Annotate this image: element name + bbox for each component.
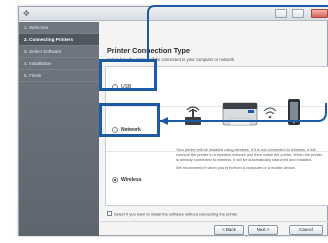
next-button[interactable]: Next > <box>248 225 278 235</box>
wireless-signal-icon <box>263 107 277 119</box>
sidebar-step-welcome: 1. Welcome <box>19 22 99 34</box>
close-button[interactable] <box>311 9 328 18</box>
cancel-button[interactable]: Cancel <box>289 225 323 235</box>
router-icon <box>185 106 201 125</box>
sidebar-step-select-software: 3. Select Software <box>19 46 99 58</box>
description-recommendation: We recommend it when you print from a co… <box>176 165 296 170</box>
usb-callout-box <box>99 59 157 91</box>
printer-icon <box>222 102 258 126</box>
network-callout-box <box>99 103 160 137</box>
page-title: Printer Connection Type <box>107 46 190 55</box>
installer-window: ✥ 1. Welcome 2. Connecting Printers 3. S… <box>18 6 328 236</box>
skip-connection-label: Select if you want to install the softwa… <box>114 211 239 217</box>
wireless-description: Your printer will be installed using wir… <box>176 147 326 173</box>
maximize-button[interactable] <box>292 9 304 18</box>
skip-connection-checkbox[interactable] <box>107 211 112 217</box>
description-paragraph: Your printer will be installed using wir… <box>176 147 323 162</box>
steps-sidebar: 1. Welcome 2. Connecting Printers 3. Sel… <box>19 22 99 236</box>
wireless-label: Wireless <box>121 177 142 183</box>
sidebar-step-installation: 4. Installation <box>19 58 99 70</box>
wireless-radio[interactable] <box>112 177 118 183</box>
minimize-button[interactable] <box>275 9 287 18</box>
title-bar[interactable]: ✥ <box>19 7 328 21</box>
mobile-device-icon <box>288 99 300 125</box>
back-button[interactable]: < Back <box>214 225 244 235</box>
sidebar-step-finish: 5. Finish <box>19 70 99 82</box>
skip-connection-option[interactable]: Select if you want to install the softwa… <box>107 211 239 217</box>
sidebar-step-connecting-printers: 2. Connecting Printers <box>19 34 99 46</box>
button-bar: < Back Next > Cancel <box>101 221 328 236</box>
app-icon: ✥ <box>23 9 30 18</box>
device-illustration <box>182 93 312 133</box>
